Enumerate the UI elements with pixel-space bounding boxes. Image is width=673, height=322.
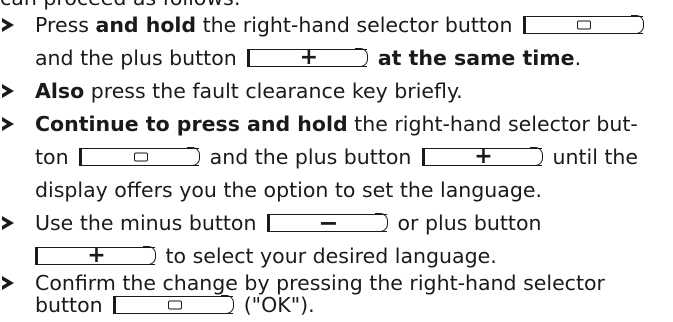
step-4-text-b: or plus button: [397, 211, 542, 235]
step-4-text-a: Use the minus button: [35, 211, 257, 235]
plus-button-icon: +: [247, 45, 369, 70]
plus-glyph-icon: +: [299, 45, 319, 70]
bullet-arrow-icon: [2, 18, 14, 32]
selector-glyph-icon: [167, 300, 182, 310]
plus-glyph-icon: +: [87, 243, 106, 268]
bullet-arrow-icon: [2, 84, 14, 98]
step-2-emphasis: Also: [35, 79, 85, 103]
step-1-line2-emphasis: at the same time: [377, 46, 575, 70]
plus-button-icon: +: [421, 144, 543, 169]
bullet-arrow-icon: [2, 216, 14, 230]
bullet-arrow-icon: [2, 117, 14, 131]
step-3-line2-text-b: and the plus button: [209, 145, 412, 169]
step-3-line2-text-a: ton: [35, 145, 69, 169]
step-1-line2-text-a: and the plus button: [35, 46, 237, 70]
step-2-text: press the fault clearance key briefly.: [84, 79, 463, 103]
step-1-line2-text-c: .: [574, 46, 582, 70]
right-selector-button-icon: [522, 15, 644, 35]
selector-glyph-icon: [577, 20, 592, 30]
bullet-arrow-icon: [2, 276, 14, 290]
step-5-line2-text-a: button: [35, 293, 103, 317]
step-3-line3-text: display offers you the option to set the…: [35, 178, 542, 202]
right-selector-button-icon: [113, 295, 235, 315]
step-5-line2-text-b: ("OK").: [243, 293, 315, 317]
minus-glyph-icon: −: [318, 209, 339, 237]
right-selector-button-icon: [79, 147, 201, 167]
step-1-text-c: the right-hand selector button: [196, 13, 513, 37]
step-4-line2-text: to select your desired language.: [159, 244, 497, 268]
step-1-emphasis: and hold: [95, 13, 197, 37]
step-3-line2-text-c: until the: [552, 145, 639, 169]
selector-glyph-icon: [133, 152, 148, 162]
step-3-text-b: the right-hand selector but-: [347, 112, 638, 136]
minus-button-icon: −: [266, 209, 388, 237]
plus-button-icon: +: [35, 243, 156, 268]
step-1-text-a: Press: [35, 13, 96, 37]
step-3-emphasis: Continue to press and hold: [35, 112, 348, 136]
plus-glyph-icon: +: [474, 144, 493, 169]
